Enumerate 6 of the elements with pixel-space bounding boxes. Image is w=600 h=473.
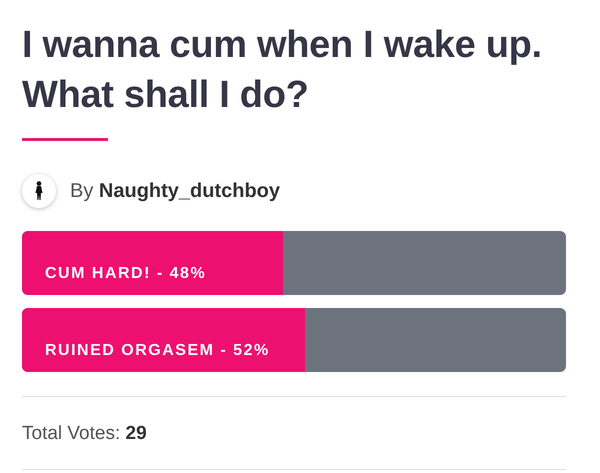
- poll-option[interactable]: CUM HARD! - 48%: [22, 231, 566, 295]
- poll-option[interactable]: RUINED ORGASEM - 52%: [22, 308, 566, 372]
- avatar-icon: [22, 174, 56, 208]
- total-votes: Total Votes: 29: [22, 422, 148, 446]
- poll-title: I wanna cum when I wake up. What shall I do?: [22, 23, 543, 118]
- author-text: By Naughty_dutchboy: [70, 180, 280, 202]
